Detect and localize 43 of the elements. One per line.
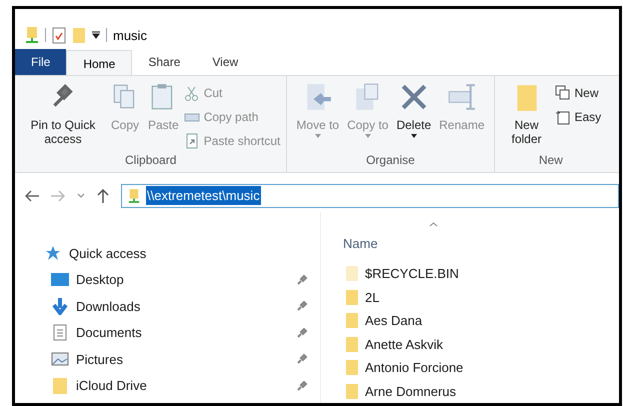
file-name[interactable]: $RECYCLE.BIN [365,264,459,284]
sort-caret-icon [429,222,438,227]
properties-icon[interactable] [52,26,66,44]
up-arrow-icon[interactable] [97,188,109,203]
group-label: Organise [366,152,415,170]
scissors-icon [184,84,200,101]
nav-item[interactable]: iCloud Drive [76,376,296,396]
dropdown-icon[interactable] [92,31,100,40]
nav-item[interactable]: Documents [76,323,296,342]
picture-icon [50,352,70,366]
column-header[interactable]: Name [335,234,378,254]
group-label: New [538,152,563,170]
address-field[interactable]: \\extremetest\music [121,184,619,208]
ribbon-button[interactable]: Delete [393,82,434,138]
ribbon-button[interactable]: Pin to Quick access [21,82,105,146]
desktop-icon [50,272,70,287]
shortcut-icon [184,132,200,149]
network-drive-icon [128,188,140,204]
easy-access-icon [554,108,570,125]
back-arrow-icon[interactable] [25,190,39,202]
download-arrow-icon [50,297,70,316]
rename-icon [446,82,477,112]
address-path: \\extremetest\music [146,186,261,206]
nav-item[interactable]: Quick access [69,244,308,263]
nav-item[interactable]: Desktop [76,270,296,290]
file-name[interactable]: Antonio Forcione [365,358,464,378]
new-item-icon [554,84,570,101]
ribbon-button[interactable]: New [554,82,602,104]
ribbon-button[interactable]: New folder [500,82,552,146]
file-name[interactable]: 2L [365,288,380,307]
folder-icon [50,376,70,395]
nav-item[interactable]: Pictures [76,350,296,369]
file-name[interactable]: Anette Askvik [365,334,444,354]
file-name[interactable]: Arne Domnerus [365,382,456,401]
recent-dropdown-icon[interactable] [77,193,85,198]
network-drive-icon[interactable] [25,26,39,44]
file-name[interactable]: Aes Dana [365,311,422,330]
window-title: music [113,26,147,45]
file-tab[interactable]: File [15,49,66,76]
nav-item[interactable]: Downloads [76,296,296,316]
ribbon-button[interactable]: Easy [554,106,602,128]
ribbon-tab[interactable]: Home [66,50,132,76]
group-label: Clipboard [125,152,176,170]
